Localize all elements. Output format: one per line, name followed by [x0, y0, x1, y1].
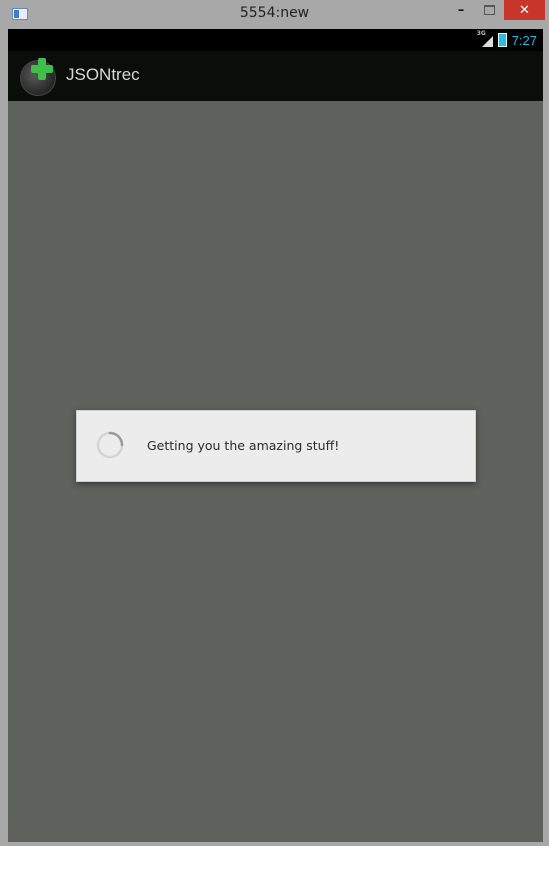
- emulator-window: 5554:new – ✕ 3G 7:27 JSONtrec Getting yo…: [0, 0, 549, 846]
- progress-dialog: Getting you the amazing stuff!: [76, 410, 476, 482]
- status-icons: 3G 7:27: [477, 30, 537, 49]
- close-button[interactable]: ✕: [504, 0, 545, 20]
- battery-icon: [497, 33, 507, 47]
- signal-bars: [481, 36, 493, 47]
- status-bar: 3G 7:27: [8, 29, 543, 51]
- window-titlebar[interactable]: 5554:new – ✕: [0, 0, 549, 29]
- app-title: JSONtrec: [66, 65, 140, 84]
- plus-badge-icon[interactable]: [20, 58, 56, 96]
- maximize-button[interactable]: [476, 0, 502, 20]
- status-time: 7:27: [511, 32, 537, 48]
- signal-icon: 3G: [477, 30, 493, 47]
- loading-spinner-icon: [96, 431, 124, 459]
- action-bar: JSONtrec: [8, 51, 543, 101]
- maximize-icon: [483, 5, 495, 15]
- minimize-button[interactable]: –: [448, 0, 474, 20]
- app-icon-plus-horizontal: [31, 65, 53, 73]
- dialog-message: Getting you the amazing stuff!: [147, 438, 340, 453]
- android-screen: 3G 7:27 JSONtrec Getting you the amazing…: [8, 29, 543, 842]
